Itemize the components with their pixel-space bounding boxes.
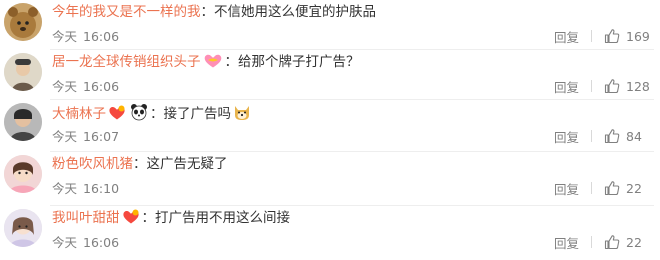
comment-item: 我叫叶甜甜 ：打广告用不用这么间接 今天 16:06 回复 22 xyxy=(0,205,660,258)
username-link[interactable]: 我叫叶甜甜 xyxy=(52,210,120,226)
vip-heart-badge-icon xyxy=(108,105,126,121)
comment-actions: 回复 169 xyxy=(554,27,650,45)
like-count: 22 xyxy=(626,180,642,196)
comment-meta: 今天 16:06 xyxy=(52,79,119,95)
panda-emoji-icon xyxy=(130,103,148,121)
comment-item: 粉色吹风机猪：这广告无疑了 今天 16:10 回复 22 xyxy=(0,151,660,204)
avatar[interactable] xyxy=(4,53,42,91)
divider xyxy=(591,182,592,194)
avatar[interactable] xyxy=(4,103,42,141)
comment-day: 今天 xyxy=(52,29,78,44)
thumbs-up-icon xyxy=(604,234,626,250)
username-link[interactable]: 居一龙全球传销组织头子 xyxy=(52,54,201,70)
reply-button[interactable]: 回复 xyxy=(554,77,591,96)
username-link[interactable]: 大楠林子 xyxy=(52,106,106,122)
like-button[interactable]: 84 xyxy=(604,128,650,144)
comment-text: ：打广告用不用这么间接 xyxy=(141,210,291,226)
avatar[interactable] xyxy=(4,3,42,41)
comment-time: 16:06 xyxy=(83,29,120,44)
comment-actions: 回复 84 xyxy=(554,127,650,145)
like-button[interactable]: 128 xyxy=(604,78,650,94)
divider xyxy=(591,130,592,142)
avatar[interactable] xyxy=(4,155,42,193)
heart-badge-icon xyxy=(203,53,223,69)
divider xyxy=(591,30,592,42)
username-link[interactable]: 今年的我又是不一样的我 xyxy=(52,4,201,20)
divider xyxy=(591,80,592,92)
comment-meta: 今天 16:06 xyxy=(52,29,119,45)
reply-button[interactable]: 回复 xyxy=(554,233,591,252)
comment-line: 居一龙全球传销组织头子 ：给那个牌子打广告？ xyxy=(52,53,650,71)
thumbs-up-icon xyxy=(604,28,626,44)
comment-line: 粉色吹风机猪：这广告无疑了 xyxy=(52,155,650,173)
comment-actions: 回复 128 xyxy=(554,77,650,95)
comment-meta: 今天 16:06 xyxy=(52,235,119,251)
reply-button[interactable]: 回复 xyxy=(554,27,591,46)
comment-actions: 回复 22 xyxy=(554,179,650,197)
avatar[interactable] xyxy=(4,209,42,247)
comment-time: 16:06 xyxy=(83,235,120,250)
comment-line: 我叫叶甜甜 ：打广告用不用这么间接 xyxy=(52,209,650,227)
thumbs-up-icon xyxy=(604,180,626,196)
comment-day: 今天 xyxy=(52,181,78,196)
vip-heart-badge-icon xyxy=(122,209,140,225)
comment-item: 大楠林子 ：接了广告吗 今天 16:07 回复 84 xyxy=(0,99,660,152)
reply-button[interactable]: 回复 xyxy=(554,179,591,198)
comment-day: 今天 xyxy=(52,79,78,94)
reply-button[interactable]: 回复 xyxy=(554,127,591,146)
comment-time: 16:10 xyxy=(83,181,120,196)
comment-line: 今年的我又是不一样的我：不信她用这么便宜的护肤品 xyxy=(52,3,650,21)
like-count: 169 xyxy=(626,28,650,44)
comment-meta: 今天 16:07 xyxy=(52,129,119,145)
comment-list: 今年的我又是不一样的我：不信她用这么便宜的护肤品 今天 16:06 回复 169 xyxy=(0,0,660,260)
like-button[interactable]: 22 xyxy=(604,234,650,250)
like-button[interactable]: 22 xyxy=(604,180,650,196)
divider xyxy=(591,236,592,248)
comment-text: ：给那个牌子打广告？ xyxy=(224,54,360,70)
comment-day: 今天 xyxy=(52,235,78,250)
thumbs-up-icon xyxy=(604,128,626,144)
comment-item: 居一龙全球传销组织头子 ：给那个牌子打广告？ 今天 16:06 回复 128 xyxy=(0,49,660,102)
comment-text: ：接了广告吗 xyxy=(150,106,231,122)
comment-text: ：不信她用这么便宜的护肤品 xyxy=(200,4,377,20)
comment-time: 16:06 xyxy=(83,79,120,94)
comment-item: 今年的我又是不一样的我：不信她用这么便宜的护肤品 今天 16:06 回复 169 xyxy=(0,0,660,52)
like-button[interactable]: 169 xyxy=(604,28,650,44)
username-link[interactable]: 粉色吹风机猪 xyxy=(52,156,133,172)
thumbs-up-icon xyxy=(604,78,626,94)
like-count: 128 xyxy=(626,78,650,94)
comment-day: 今天 xyxy=(52,129,78,144)
comment-text: ：这广告无疑了 xyxy=(133,156,228,172)
comment-actions: 回复 22 xyxy=(554,233,650,251)
doge-emoji-icon xyxy=(233,103,251,121)
comment-line: 大楠林子 ：接了广告吗 xyxy=(52,103,650,123)
comment-meta: 今天 16:10 xyxy=(52,181,119,197)
comment-time: 16:07 xyxy=(83,129,120,144)
like-count: 22 xyxy=(626,234,642,250)
like-count: 84 xyxy=(626,128,642,144)
